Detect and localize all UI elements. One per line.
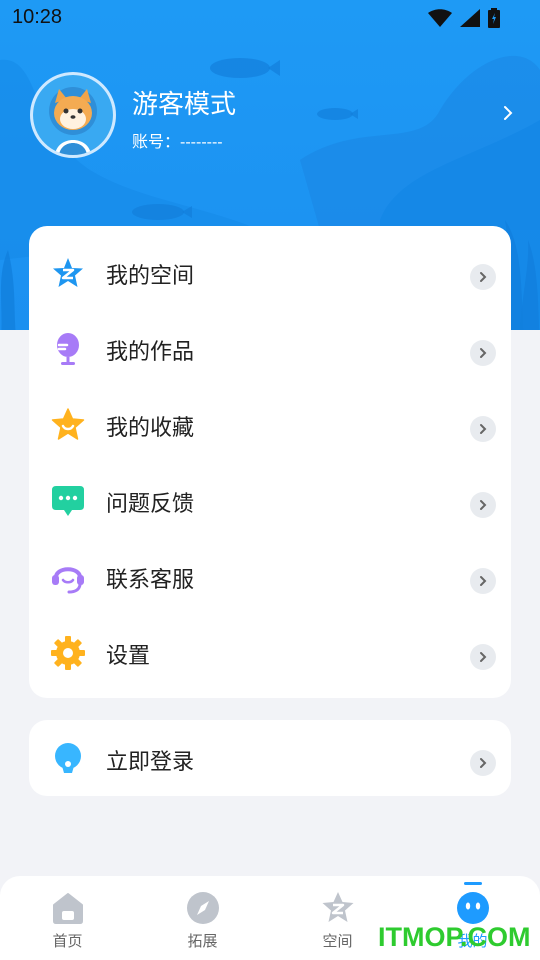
chevron-right-icon [470, 568, 496, 594]
headset-icon [52, 567, 84, 594]
nav-label: 首页 [52, 933, 83, 950]
smiley-face-icon [456, 892, 489, 924]
chevron-right-icon [470, 492, 496, 518]
menu-item-settings[interactable]: 设置 [29, 614, 511, 690]
qzone-star-icon [53, 258, 83, 287]
chevron-right-icon [470, 416, 496, 442]
star-icon [51, 408, 85, 440]
menu-label: 联系客服 [106, 567, 195, 592]
menu-item-my-works[interactable]: 我的作品 [29, 310, 511, 386]
gear-icon [51, 636, 85, 670]
login-person-icon [55, 743, 81, 773]
profile-name: 游客模式 [132, 89, 237, 119]
menu-item-feedback[interactable]: 问题反馈 [29, 462, 511, 538]
menu-label: 立即登录 [106, 749, 195, 774]
chevron-right-icon [470, 750, 496, 776]
qzone-star-icon [322, 892, 353, 922]
chevron-right-icon[interactable] [502, 104, 514, 122]
signal-icon [460, 9, 480, 27]
nav-label: 拓展 [187, 933, 218, 950]
chat-bubble-icon [52, 486, 84, 516]
wifi-icon [428, 9, 452, 27]
avatar[interactable] [30, 72, 116, 158]
status-time: 10:28 [12, 6, 63, 28]
status-bar: 10:28 [0, 0, 540, 36]
home-icon [52, 893, 83, 924]
compass-icon [186, 892, 219, 924]
status-icons [428, 8, 500, 28]
profile-account: 账号：-------- [132, 134, 223, 151]
login-button[interactable]: 立即登录 [29, 720, 511, 796]
microphone-icon [57, 333, 79, 365]
menu-label: 我的空间 [106, 263, 195, 288]
watermark: ITMOP.COM [378, 922, 531, 952]
shiba-avatar-icon [33, 75, 113, 155]
menu-label: 设置 [106, 643, 151, 668]
menu-card: 我的空间 我的作品 我的收藏 问题反馈 联系客服 设置 [29, 226, 511, 698]
active-tab-indicator [463, 882, 482, 885]
menu-label: 问题反馈 [106, 491, 195, 516]
chevron-right-icon [470, 644, 496, 670]
login-card: 立即登录 [29, 720, 511, 796]
chevron-right-icon [470, 264, 496, 290]
menu-label: 我的作品 [106, 339, 195, 364]
menu-item-my-favorites[interactable]: 我的收藏 [29, 386, 511, 462]
nav-tab-home[interactable]: 首页 [0, 876, 135, 960]
menu-label: 我的收藏 [106, 415, 195, 440]
menu-item-my-space[interactable]: 我的空间 [29, 234, 511, 310]
battery-icon [488, 8, 500, 28]
profile-header[interactable]: 游客模式 账号：-------- [30, 72, 520, 158]
menu-item-customer-service[interactable]: 联系客服 [29, 538, 511, 614]
nav-tab-explore[interactable]: 拓展 [135, 876, 270, 960]
chevron-right-icon [470, 340, 496, 366]
